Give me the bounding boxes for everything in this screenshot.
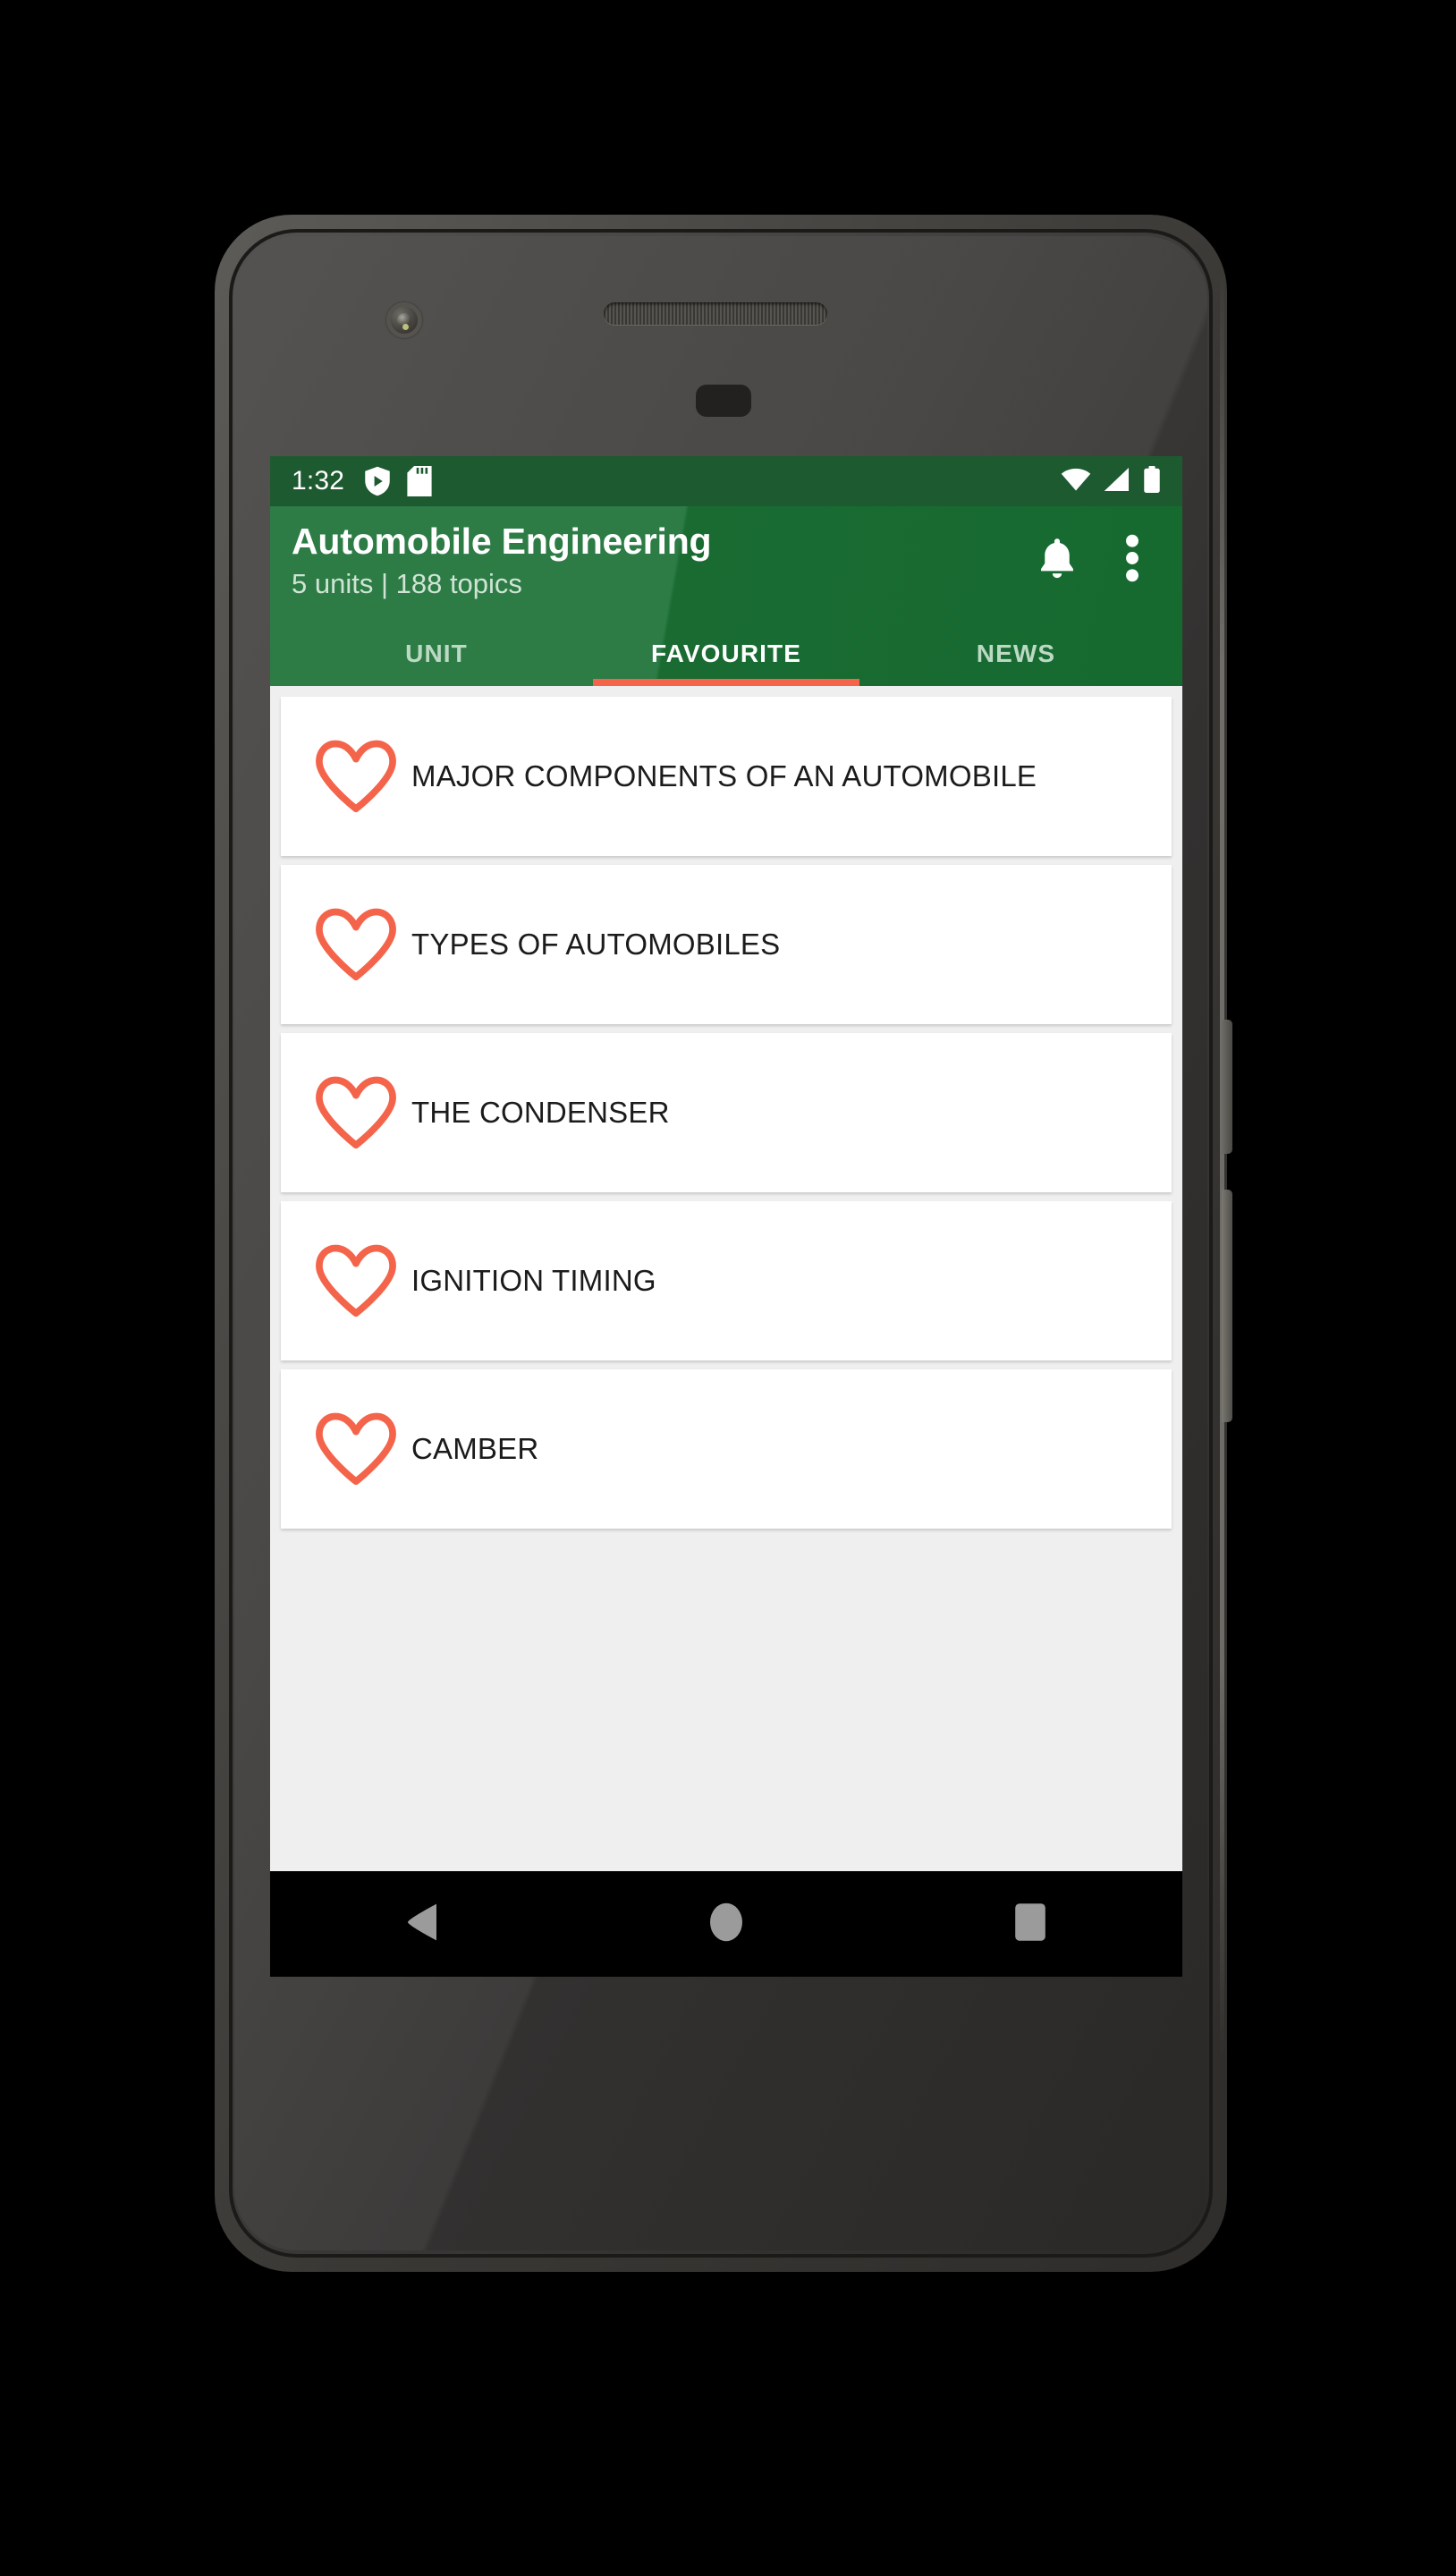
status-bar-clock: 1:32 (292, 466, 345, 496)
page-subtitle: 5 units | 188 topics (292, 568, 522, 600)
heart-outline-icon[interactable] (304, 1075, 408, 1150)
app-bar-top-row: Automobile Engineering 5 units | 188 top… (292, 521, 1161, 600)
more-vert-icon (1125, 534, 1139, 587)
bell-icon (1038, 538, 1076, 583)
page-title: Automobile Engineering (292, 521, 712, 562)
app-bar: Automobile Engineering 5 units | 188 top… (270, 506, 1182, 686)
power-button[interactable] (1222, 1020, 1232, 1154)
nav-back-button[interactable] (368, 1871, 476, 1977)
tab-unit[interactable]: UNIT (292, 623, 581, 686)
front-camera-icon (386, 302, 422, 338)
sd-card-icon (407, 466, 432, 496)
tab-favourite[interactable]: FAVOURITE (581, 623, 871, 686)
list-item[interactable]: CAMBER (281, 1368, 1172, 1529)
nav-home-button[interactable] (673, 1871, 780, 1977)
nav-recents-button[interactable] (977, 1871, 1084, 1977)
list-item[interactable]: MAJOR COMPONENTS OF AN AUTOMOBILE (281, 696, 1172, 856)
overflow-menu-button[interactable] (1104, 531, 1161, 589)
android-navigation-bar (270, 1871, 1182, 1977)
frame-edge-highlight (1220, 268, 1224, 2057)
wifi-icon (1061, 468, 1091, 496)
list-item-label: IGNITION TIMING (411, 1263, 656, 1297)
back-triangle-icon (404, 1902, 440, 1946)
list-item[interactable]: TYPES OF AUTOMOBILES (281, 864, 1172, 1024)
camera-lens-flare (402, 324, 409, 330)
heart-outline-icon[interactable] (304, 1411, 408, 1487)
app-bar-actions (1029, 521, 1161, 589)
tab-bar: UNIT FAVOURITE NEWS (292, 623, 1161, 686)
earpiece-speaker-grille (604, 302, 827, 325)
list-item[interactable]: IGNITION TIMING (281, 1200, 1172, 1360)
volume-button[interactable] (1222, 1190, 1232, 1422)
heart-outline-icon[interactable] (304, 907, 408, 982)
proximity-sensor-icon (696, 385, 751, 417)
cellular-signal-icon (1104, 467, 1130, 496)
shield-play-icon (364, 466, 391, 496)
heart-outline-icon[interactable] (304, 1243, 408, 1318)
battery-icon (1143, 465, 1161, 497)
list-item-label: THE CONDENSER (411, 1095, 670, 1129)
list-item[interactable]: THE CONDENSER (281, 1032, 1172, 1192)
status-bar-right-icons (1061, 465, 1161, 497)
list-item-label: TYPES OF AUTOMOBILES (411, 927, 781, 961)
favourites-list: MAJOR COMPONENTS OF AN AUTOMOBILE TYPES … (270, 685, 1182, 1822)
home-circle-icon (709, 1902, 743, 1946)
list-item-label: CAMBER (411, 1431, 539, 1465)
heart-outline-icon[interactable] (304, 739, 408, 814)
notifications-button[interactable] (1029, 531, 1086, 589)
list-item-label: MAJOR COMPONENTS OF AN AUTOMOBILE (411, 758, 1037, 792)
recents-square-icon (1014, 1902, 1046, 1946)
app-bar-title-block: Automobile Engineering 5 units | 188 top… (292, 521, 1029, 600)
tab-news[interactable]: NEWS (871, 623, 1161, 686)
status-bar: 1:32 (270, 456, 1182, 506)
phone-screen: 1:32 Automobile Engineering 5 units | 18… (270, 456, 1182, 1977)
